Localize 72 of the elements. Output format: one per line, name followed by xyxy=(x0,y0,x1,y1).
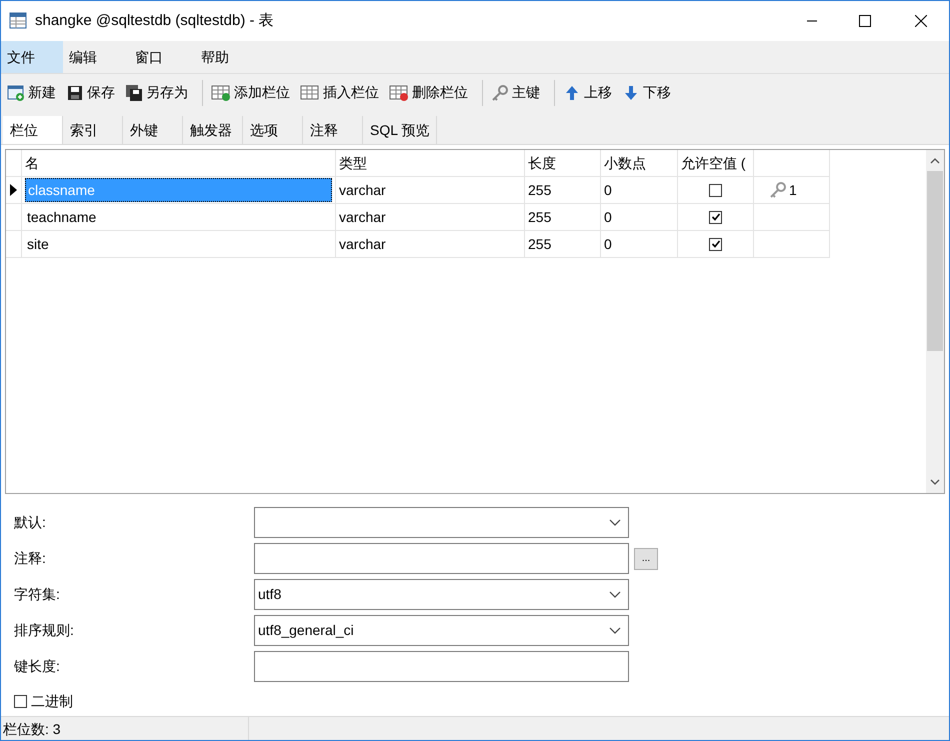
dropdown-field[interactable] xyxy=(254,507,629,538)
maximize-icon[interactable] xyxy=(859,15,871,27)
input-field[interactable] xyxy=(254,543,629,574)
toolbar-button[interactable]: 删除栏位 xyxy=(387,82,470,103)
row-header-cell[interactable] xyxy=(6,204,22,231)
window-title: shangke @sqltestdb (sqltestdb) - 表 xyxy=(35,10,274,31)
toolbar-button[interactable]: 保存 xyxy=(64,82,117,103)
menu-item[interactable]: 编辑 xyxy=(63,41,129,73)
checkbox-label: 二进制 xyxy=(31,692,73,710)
row-pointer-icon xyxy=(10,184,17,196)
ellipsis-button[interactable]: ... xyxy=(634,548,658,570)
dropdown-field[interactable]: utf8_general_ci xyxy=(254,615,629,646)
down-arrow-icon xyxy=(622,84,640,102)
table-cell: 255 xyxy=(525,177,601,204)
key-order: 1 xyxy=(789,180,797,200)
chevron-down-icon xyxy=(609,518,621,526)
toolbar-button[interactable]: 另存为 xyxy=(123,82,190,103)
checkbox[interactable] xyxy=(709,184,722,196)
floppy-disks-icon xyxy=(125,84,143,102)
tab[interactable]: 栏位 xyxy=(3,116,63,144)
table-cell: 255 xyxy=(525,231,601,258)
menu-item[interactable]: 窗口 xyxy=(129,41,195,73)
chevron-down-icon xyxy=(609,590,621,598)
input-field[interactable] xyxy=(254,651,629,682)
column-header[interactable]: 名 xyxy=(22,150,336,177)
toolbar-button[interactable]: 上移 xyxy=(561,82,614,103)
checkbox[interactable] xyxy=(709,238,722,250)
table-cell: varchar xyxy=(336,204,525,231)
scrollbar[interactable] xyxy=(926,150,944,493)
menu-item[interactable]: 文件 xyxy=(1,41,63,73)
chevron-down-icon xyxy=(609,626,621,634)
corner-cell xyxy=(6,150,22,177)
delete-column-icon xyxy=(389,84,409,102)
toolbar-button[interactable]: 主键 xyxy=(489,82,542,103)
field-label: 字符集: xyxy=(14,585,61,604)
table-cell: 0 xyxy=(601,177,678,204)
table-cell: 255 xyxy=(525,204,601,231)
menu-item[interactable]: 帮助 xyxy=(195,41,261,73)
toolbar-button[interactable]: 插入栏位 xyxy=(298,82,381,103)
row-header-cell[interactable] xyxy=(6,231,22,258)
column-header[interactable]: 类型 xyxy=(336,150,525,177)
toolbar-button[interactable]: 下移 xyxy=(620,82,673,103)
checkbox[interactable] xyxy=(14,694,27,708)
table-cell: varchar xyxy=(336,231,525,258)
table-cell: 0 xyxy=(601,231,678,258)
field-label: 键长度: xyxy=(14,657,61,676)
column-header[interactable]: 小数点 xyxy=(601,150,678,177)
table-cell[interactable]: site xyxy=(25,232,332,256)
row-header-cell[interactable] xyxy=(6,177,22,204)
field-label: 默认: xyxy=(14,513,47,532)
insert-column-icon xyxy=(300,84,320,102)
table-cell: varchar xyxy=(336,177,525,204)
column-header[interactable]: 允许空值 ( xyxy=(678,150,754,177)
key-icon xyxy=(769,181,787,199)
key-icon xyxy=(491,84,509,102)
close-icon[interactable] xyxy=(915,15,927,27)
checkbox[interactable] xyxy=(709,210,722,224)
field-label: 排序规则: xyxy=(14,621,75,640)
status-text: 栏位数: 3 xyxy=(1,717,249,740)
add-column-icon xyxy=(211,84,231,102)
table-cell: 0 xyxy=(601,204,678,231)
table-window-icon xyxy=(9,12,27,30)
column-header[interactable]: 长度 xyxy=(525,150,601,177)
toolbar-button[interactable]: 新建 xyxy=(5,82,58,103)
scroll-up-icon[interactable] xyxy=(930,158,940,164)
table-cell[interactable]: teachname xyxy=(25,205,332,229)
up-arrow-icon xyxy=(563,84,581,102)
scroll-down-icon[interactable] xyxy=(930,479,940,485)
new-table-icon xyxy=(7,84,25,102)
field-label: 注释: xyxy=(14,549,47,568)
dropdown-field[interactable]: utf8 xyxy=(254,579,629,610)
toolbar-button[interactable]: 添加栏位 xyxy=(209,82,292,103)
